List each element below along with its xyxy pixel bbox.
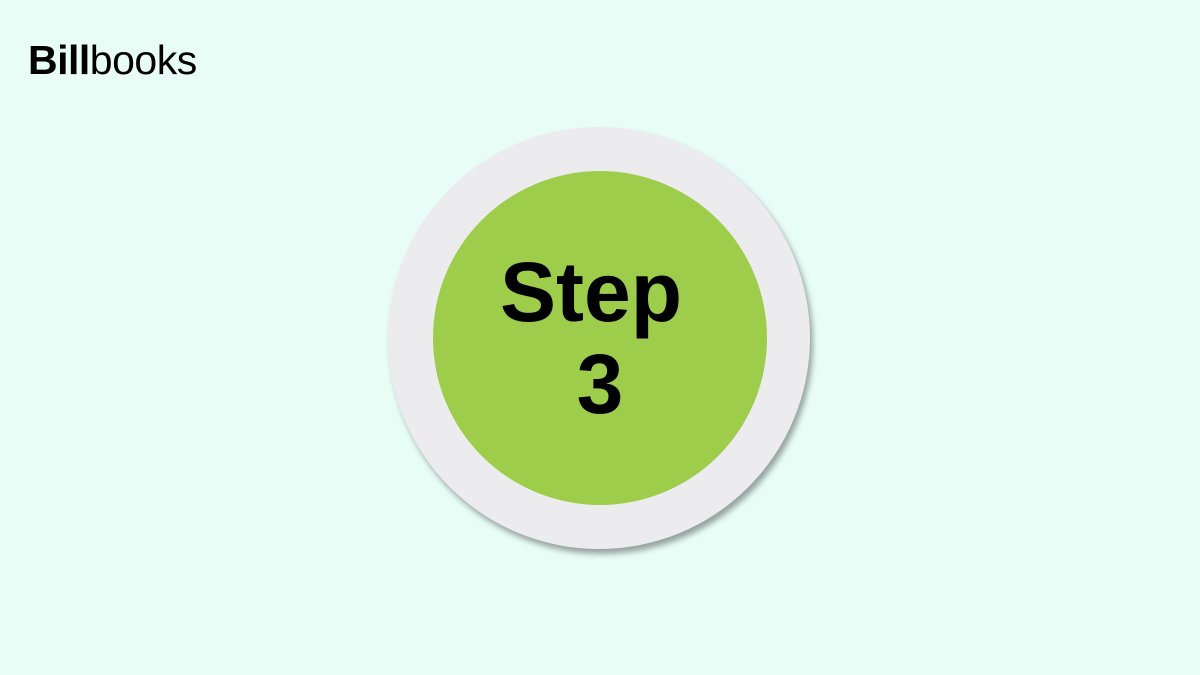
- page-background: Billbooks Step 3: [0, 0, 1200, 675]
- logo-light-text: books: [89, 37, 197, 83]
- logo-bold-text: Bill: [28, 37, 90, 83]
- step-badge-ring: Step 3: [388, 127, 810, 549]
- billbooks-logo: Billbooks: [28, 36, 197, 84]
- step-label: Step: [499, 245, 683, 339]
- step-badge-disc: Step 3: [433, 171, 767, 505]
- step-number: 3: [576, 337, 624, 431]
